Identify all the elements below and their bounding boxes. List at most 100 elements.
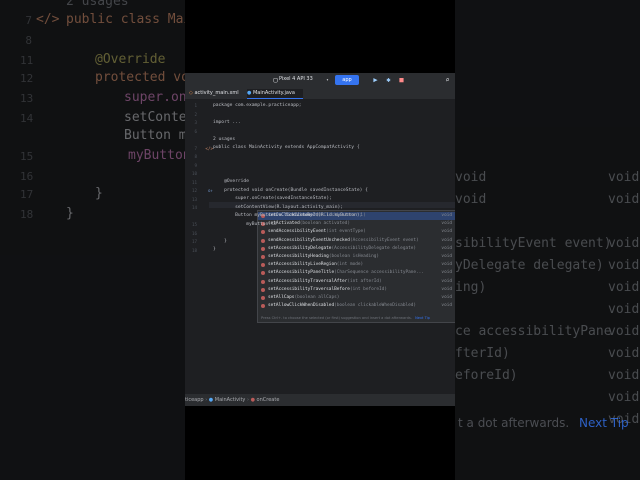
completion-method-name: setAccessibilityHeading <box>268 254 329 259</box>
code-line: } <box>213 238 227 244</box>
breadcrumb-separator-icon: › <box>246 397 249 403</box>
next-tip-link[interactable]: Next Tip <box>415 316 430 320</box>
completion-method-params: (AccessibilityDelegate delegate) <box>331 245 417 251</box>
completion-return-type: void <box>441 278 452 284</box>
bg-completion-type: void <box>608 324 640 339</box>
bg-completion-line: fterId) <box>455 346 510 361</box>
bg-completion-type: void <box>608 258 640 273</box>
tab-activity-main-xml[interactable]: ◇ activity_main.xml <box>189 89 245 98</box>
completion-item[interactable]: setAccessibilityTraversalBefore(int befo… <box>258 286 455 294</box>
completion-return-type: void <box>441 303 452 309</box>
completion-item[interactable]: sendAccessibilityEventUnchecked(Accessib… <box>258 237 455 245</box>
bg-completion-line: yDelegate delegate) <box>455 258 604 273</box>
implements-gutter-icon[interactable]: </> <box>201 146 213 151</box>
breadcrumb-separator-icon: › <box>205 397 208 403</box>
line-number: 15 <box>191 222 197 227</box>
background-left-panel: 2 usages 7 public class Main 8 11 @Override 12… <box>0 0 185 480</box>
bg-code-line: } <box>66 206 74 221</box>
code-line: super.onCreate(savedInstanceState); <box>213 196 332 201</box>
method-icon <box>261 246 265 251</box>
completion-return-type: void <box>441 270 452 276</box>
completion-method-params: (boolean activated) <box>299 221 350 227</box>
run-icon[interactable]: ▶ <box>371 75 380 85</box>
breadcrumb-project[interactable]: ticeapp <box>185 397 204 403</box>
completion-item[interactable]: setAllCaps(boolean allCaps) void <box>258 294 455 302</box>
completion-return-type: void <box>441 245 452 251</box>
bg-line-number: 13 <box>20 92 34 105</box>
bg-completion-type: void <box>608 346 640 361</box>
device-selector[interactable]: Pixel 4 API 33 <box>279 76 313 82</box>
debug-icon[interactable]: ✱ <box>384 75 393 85</box>
completion-footer-text: Press Ctrl+. to choose the selected (or … <box>261 316 412 320</box>
completion-item-name: setAccessibilityDelegate(AccessibilityDe… <box>268 245 416 253</box>
completion-item-name: setActivated(boolean activated) <box>268 220 350 228</box>
bg-code-line: 2 usages <box>66 0 129 9</box>
line-number: 13 <box>191 196 197 202</box>
bg-completion-line: sibilityEvent event) <box>455 236 612 251</box>
stop-icon[interactable]: ■ <box>397 75 406 85</box>
line-number: 2 <box>194 111 197 117</box>
breadcrumb-method[interactable]: onCreate <box>257 397 280 403</box>
status-bar-breadcrumb: ticeapp › ● MainActivity › ● onCreate <box>185 394 455 406</box>
completion-return-type: void <box>441 237 452 243</box>
completion-item[interactable]: setAccessibilityTraversalAfter(int after… <box>258 278 455 286</box>
line-number: 9 <box>194 162 197 168</box>
completion-item[interactable]: sendAccessibilityEvent(int eventType) voi… <box>258 228 455 236</box>
code-line: package com.example.practiceapp; <box>213 102 302 108</box>
background-hint: t a dot afterwards. Next Tip <box>458 416 629 430</box>
method-icon <box>261 304 265 309</box>
completion-item[interactable]: setAccessibilityHeading(boolean isHeadin… <box>258 253 455 261</box>
completion-item[interactable]: setAccessibilityDelegate(AccessibilityDe… <box>258 245 455 253</box>
line-number: 10 <box>191 171 197 176</box>
bg-line-number: 16 <box>20 170 34 183</box>
completion-method-name: setAccessibilityTraversalAfter <box>268 278 348 284</box>
bg-line-number: 17 <box>20 188 34 201</box>
completion-item-name: sendAccessibilityEventUnchecked(Accessib… <box>268 237 419 245</box>
bg-code-line: Button my <box>124 128 185 143</box>
completion-item-name: setAccessibilityPaneTitle(CharSequence a… <box>268 269 424 277</box>
bg-completion-type: void <box>608 280 640 295</box>
method-icon <box>261 263 265 268</box>
bg-code-line: public class Main <box>66 12 185 27</box>
override-gutter-icon[interactable]: o↑ <box>201 188 213 193</box>
tab-mainactivity-java[interactable]: ● MainActivity.java <box>247 89 303 99</box>
completion-method-name: setAccessibilityPaneTitle <box>268 270 335 276</box>
completion-method-params: (int eventType) <box>326 229 366 235</box>
bg-completion-type: void <box>608 170 640 185</box>
completion-item-name: setAccessibilityTraversalAfter(int after… <box>268 278 382 286</box>
tab-label: MainActivity.java <box>252 90 295 96</box>
completion-item-name: setAllowClickWhenDisabled(boolean clicka… <box>268 302 416 310</box>
bg-line-number: 8 <box>25 34 32 47</box>
completion-return-type: void <box>441 286 452 292</box>
line-number: 8 <box>194 154 197 159</box>
bg-line-number: 11 <box>20 54 34 67</box>
bg-completion-line: eforeId) <box>455 368 518 383</box>
completion-method-name: setAccessibilityTraversalBefore <box>268 286 350 292</box>
completion-item[interactable]: setAccessibilityLiveRegion(int mode) void <box>258 261 455 269</box>
completion-return-type: void <box>441 229 452 235</box>
completion-method-name: sendAccessibilityEventUnchecked <box>268 237 350 243</box>
completion-item[interactable]: setActivated(boolean activated) void <box>258 220 455 228</box>
completion-method-params: (boolean isHeading) <box>328 254 380 259</box>
code-line: import ... <box>213 119 241 125</box>
method-icon <box>261 238 265 243</box>
completion-item-name: setAllCaps(boolean allCaps) <box>268 294 339 302</box>
line-number: 16 <box>191 230 197 236</box>
line-number: 7 <box>194 145 197 151</box>
bg-line-number: 14 <box>20 112 34 125</box>
breadcrumb-class[interactable]: MainActivity <box>215 397 246 403</box>
completion-method-params: (int afterId) <box>347 278 382 284</box>
bg-code-line: protected voi <box>95 70 185 85</box>
bg-completion-type: void <box>608 302 640 317</box>
run-config-selector[interactable]: app <box>335 75 359 85</box>
line-number: 3 <box>194 120 197 125</box>
line-number: 17 <box>191 239 197 244</box>
ide-window: ▢ Pixel 4 API 33 ▾ app ▶ ✱ ■ ⌕ ◇ activit… <box>185 73 455 406</box>
search-icon[interactable]: ⌕ <box>443 75 452 85</box>
completion-method-name: sendAccessibilityEvent <box>268 229 327 235</box>
code-line: Button myButton = findViewById(R.id.myBu… <box>213 213 363 218</box>
completion-item[interactable]: setAccessibilityPaneTitle(CharSequence a… <box>258 269 455 277</box>
completion-footer: Press Ctrl+. to choose the selected (or … <box>258 314 455 322</box>
completion-item[interactable]: setAllowClickWhenDisabled(boolean clicka… <box>258 302 455 310</box>
bg-completion-type: void <box>608 390 640 405</box>
